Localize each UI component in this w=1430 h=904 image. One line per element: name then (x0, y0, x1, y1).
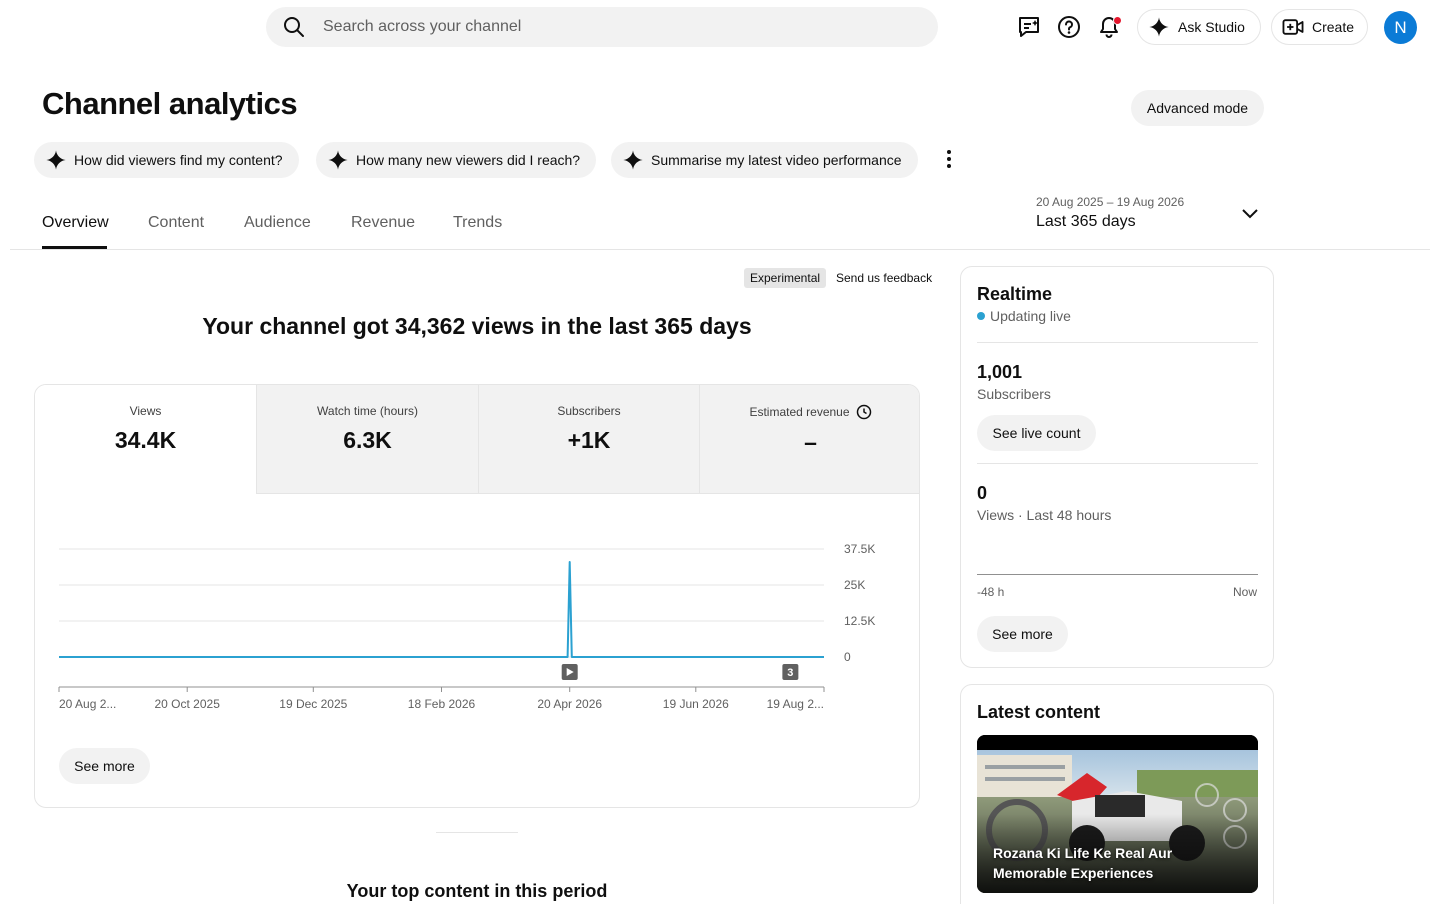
search-bar[interactable] (266, 7, 938, 47)
suggestion-chip-summary[interactable]: Summarise my latest video performance (611, 142, 918, 178)
realtime-views-label: Views · Last 48 hours (977, 507, 1112, 523)
ask-studio-button[interactable]: Ask Studio (1137, 9, 1261, 45)
live-dot (977, 312, 985, 320)
realtime-subscribers-label: Subscribers (977, 386, 1051, 402)
realtime-views-value: 0 (977, 483, 988, 503)
chevron-down-icon[interactable] (1240, 206, 1260, 222)
metric-label: Views (129, 404, 162, 418)
see-more-button[interactable]: See more (59, 748, 150, 784)
tab-content[interactable]: Content (148, 214, 204, 232)
suggestion-chip-label: How did viewers find my content? (74, 152, 283, 168)
notifications-icon[interactable] (1096, 14, 1122, 40)
tab-trends[interactable]: Trends (453, 214, 502, 232)
realtime-status-text: Updating live (990, 308, 1071, 324)
tab-revenue[interactable]: Revenue (351, 214, 415, 232)
notification-dot (1113, 16, 1122, 25)
help-icon[interactable] (1056, 14, 1082, 40)
views-line (59, 561, 824, 658)
metric-label: Estimated revenue (749, 405, 850, 419)
y-tick-label: 37.5K (844, 542, 875, 556)
experimental-badge: Experimental (744, 268, 827, 288)
x-tick-label: 18 Feb 2026 (408, 697, 476, 711)
suggestion-chip-label: How many new viewers did I reach? (356, 152, 581, 168)
tab-overview[interactable]: Overview (42, 214, 109, 232)
x-tick-label: 20 Aug 2... (59, 697, 116, 711)
x-tick-label: 20 Apr 2026 (537, 697, 602, 711)
video-count-marker-label: 3 (787, 667, 793, 679)
tabs-divider (10, 249, 1430, 250)
see-live-count-button[interactable]: See live count (977, 415, 1096, 451)
latest-content-title: Latest content (977, 702, 1101, 722)
tab-audience[interactable]: Audience (244, 214, 311, 232)
create-button[interactable]: Create (1271, 9, 1368, 45)
metric-tab-watch-time[interactable]: Watch time (hours) 6.3K (256, 385, 478, 494)
realtime-chart-axis (977, 574, 1258, 575)
avatar[interactable]: N (1384, 11, 1417, 44)
video-title: Rozana Ki Life Ke Real Aur Memorable Exp… (993, 845, 1173, 881)
sparkle-icon (623, 150, 643, 170)
metric-value: +1K (567, 427, 611, 453)
avatar-initial: N (1394, 17, 1407, 37)
metric-value: – (804, 429, 817, 455)
more-options-icon[interactable] (940, 146, 958, 172)
advanced-mode-button[interactable]: Advanced mode (1131, 90, 1264, 126)
suggestion-chip-new-viewers[interactable]: How many new viewers did I reach? (316, 142, 597, 178)
divider (977, 463, 1258, 464)
realtime-status: Updating live (977, 308, 1071, 324)
metric-label: Watch time (hours) (317, 404, 418, 418)
metrics-card: Views 34.4K Watch time (hours) 6.3K Subs… (34, 384, 920, 808)
section-divider (436, 832, 518, 833)
clock-icon (856, 404, 871, 420)
y-tick-label: 12.5K (844, 614, 875, 628)
latest-content-card: Latest content Rozana Ki Life Ke Real Au… (960, 684, 1274, 904)
suggestion-chip-label: Summarise my latest video performance (651, 152, 902, 168)
feedback-icon[interactable] (1016, 14, 1042, 40)
sparkle-icon (46, 150, 66, 170)
send-feedback-link[interactable]: Send us feedback (836, 271, 932, 285)
suggestion-chip-traffic[interactable]: How did viewers find my content? (34, 142, 299, 178)
metric-label: Subscribers (557, 404, 621, 418)
views-chart: 37.5K 25K 12.5K 0 20 Aug 2... 20 Oct 2025 19 D… (58, 542, 875, 711)
sparkle-icon (328, 150, 348, 170)
top-content-title: Your top content in this period (346, 881, 608, 901)
metric-value: 6.3K (343, 427, 392, 453)
ask-studio-label: Ask Studio (1178, 19, 1245, 35)
metric-tab-views[interactable]: Views 34.4K (35, 385, 256, 494)
y-tick-label: 25K (844, 578, 865, 592)
realtime-axis-start: -48 h (977, 585, 1005, 599)
y-tick-label: 0 (844, 650, 851, 664)
realtime-title: Realtime (977, 284, 1053, 304)
realtime-axis-end: Now (1232, 585, 1257, 599)
realtime-subscribers-value: 1,001 (977, 362, 1023, 382)
metric-tab-subscribers[interactable]: Subscribers +1K (478, 385, 699, 494)
x-tick-label: 19 Dec 2025 (279, 697, 347, 711)
date-range-dates: 20 Aug 2025 – 19 Aug 2026 (1036, 195, 1185, 209)
sparkle-icon (1149, 17, 1169, 37)
video-thumbnail[interactable]: Rozana Ki Life Ke Real Aur Memorable Exp… (977, 735, 1258, 893)
date-range-selector[interactable]: 20 Aug 2025 – 19 Aug 2026 Last 365 days (1036, 195, 1184, 231)
overview-headline: Your channel got 34,362 views in the las… (202, 313, 752, 339)
search-icon (284, 17, 304, 37)
metric-tab-revenue[interactable]: Estimated revenue – (699, 385, 919, 494)
divider (977, 342, 1258, 343)
page-title: Channel analytics (42, 86, 298, 121)
create-label: Create (1312, 19, 1355, 35)
realtime-see-more-button[interactable]: See more (977, 616, 1068, 652)
metric-value: 34.4K (114, 427, 177, 453)
create-video-icon (1282, 19, 1304, 35)
date-range-label: Last 365 days (1036, 213, 1136, 230)
x-tick-label: 19 Jun 2026 (663, 697, 729, 711)
x-tick-label: 19 Aug 2... (767, 697, 824, 711)
realtime-card: Realtime Updating live 1,001 Subscribers… (960, 266, 1274, 668)
search-input[interactable] (323, 18, 903, 36)
x-tick-label: 20 Oct 2025 (155, 697, 221, 711)
